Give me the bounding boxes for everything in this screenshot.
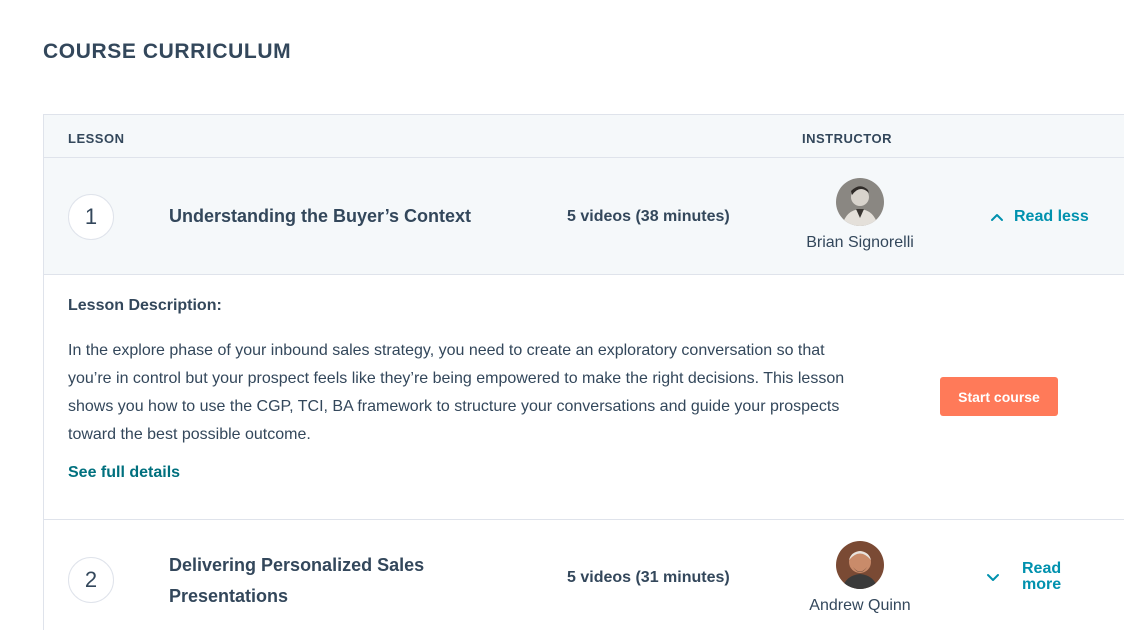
instructor-avatar bbox=[836, 541, 884, 589]
toggle-label: Read less bbox=[1014, 208, 1089, 225]
description-text: In the explore phase of your inbound sal… bbox=[68, 342, 845, 443]
read-more-button[interactable]: Read more bbox=[986, 561, 1082, 593]
lesson-number: 1 bbox=[68, 194, 114, 240]
see-full-details-link[interactable]: See full details bbox=[68, 464, 180, 482]
column-header-lesson: LESSON bbox=[68, 131, 125, 146]
lesson-video-count: 5 videos (38 minutes) bbox=[567, 208, 730, 225]
lesson-video-count: 5 videos (31 minutes) bbox=[567, 569, 730, 586]
lesson-title: Delivering Personalized Sales Presentati… bbox=[169, 555, 425, 606]
curriculum-table: LESSON INSTRUCTOR 1 Understanding the Bu… bbox=[43, 114, 1124, 630]
instructor-avatar bbox=[836, 178, 884, 226]
chevron-up-icon bbox=[991, 214, 1003, 221]
instructor-name: Brian Signorelli bbox=[806, 234, 914, 251]
description-heading: Lesson Description: bbox=[68, 297, 222, 314]
toggle-label: Read more bbox=[1022, 560, 1062, 593]
chevron-down-icon bbox=[987, 574, 999, 581]
lesson-row[interactable]: 2 Delivering Personalized Sales Presenta… bbox=[44, 520, 1124, 630]
start-course-button[interactable]: Start course bbox=[940, 377, 1058, 416]
lesson-number: 2 bbox=[68, 557, 114, 603]
column-header-instructor: INSTRUCTOR bbox=[802, 131, 892, 146]
read-less-button[interactable]: Read less bbox=[990, 208, 1089, 226]
table-header: LESSON INSTRUCTOR bbox=[44, 115, 1124, 158]
page-title: COURSE CURRICULUM bbox=[43, 40, 292, 63]
instructor-name: Andrew Quinn bbox=[809, 597, 911, 614]
lesson-description-panel: Lesson Description: In the explore phase… bbox=[44, 275, 1124, 520]
lesson-title: Understanding the Buyer’s Context bbox=[169, 206, 472, 226]
lesson-row[interactable]: 1 Understanding the Buyer’s Context 5 vi… bbox=[44, 158, 1124, 275]
